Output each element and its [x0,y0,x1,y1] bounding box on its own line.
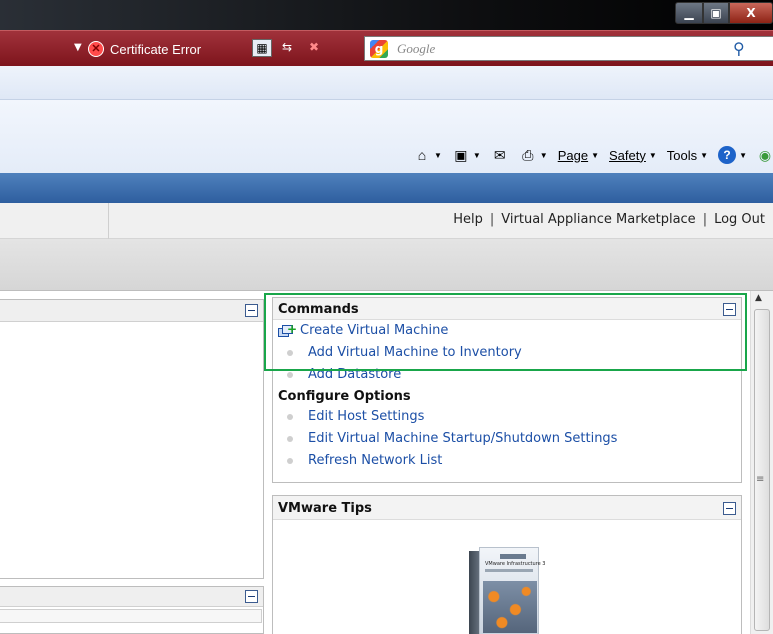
commands-title: Commands [278,302,359,317]
close-button[interactable]: X [729,2,773,24]
minimize-button[interactable]: ▁ [675,2,703,24]
page-menu[interactable]: Page ▼ [558,148,599,163]
refresh-network-link[interactable]: Refresh Network List [308,450,442,472]
left-panel-lower-row [0,609,262,623]
bullet-icon [287,414,293,420]
main-content: Commands + Create Virtual Machine Add Vi… [0,291,773,634]
bullet-icon [287,350,293,356]
safety-menu-label: Safety [609,147,646,163]
search-placeholder: Google [397,41,436,56]
vmware-tips-title: VMware Tips [278,501,372,516]
address-dropdown-icon[interactable]: ▼ [74,42,82,53]
edit-startup-shutdown-link[interactable]: Edit Virtual Machine Startup/Shutdown Se… [308,428,617,450]
help-icon: ? [718,146,737,164]
vmware-logo [500,554,526,559]
window-controls: ▁ ▣ X [675,2,773,24]
command-tools: ⌂ ▼ ▣ ▼ ✉ ⎙ ▼ Page ▼ Safety ▼ Tools ▼ ? ▼ ◉ [403,142,773,168]
edit-startup-shutdown-command[interactable]: Edit Virtual Machine Startup/Shutdown Se… [273,428,741,450]
search-box[interactable]: g Google ⚲ [364,36,773,61]
google-icon: g [370,40,388,58]
configure-options-header: Configure Options [273,386,741,406]
app-toolbar-band [0,239,773,291]
certificate-error-button[interactable]: ✕ Certificate Error [88,37,201,61]
scrollbar-thumb[interactable] [754,309,770,631]
research-icon: ◉ [758,147,772,163]
tools-menu-label: Tools [666,147,698,163]
rss-icon: ▣ [454,147,468,163]
help-menu[interactable]: ? ▼ [718,146,747,164]
add-vm-inventory-link[interactable]: Add Virtual Machine to Inventory [308,342,522,364]
maximize-button[interactable]: ▣ [703,2,729,24]
print-button[interactable]: ⎙ ▼ [519,146,548,164]
print-icon: ⎙ [522,147,534,163]
app-header-band [0,173,773,203]
add-datastore-link[interactable]: Add Datastore [308,364,401,386]
create-vm-link[interactable]: Create Virtual Machine [300,320,448,342]
add-datastore-command[interactable]: Add Datastore [273,364,741,386]
vmware-product-box-image: VMware Infrastructure 3 [469,547,545,634]
bullet-icon [287,372,293,378]
feeds-button[interactable]: ▣ ▼ [452,146,481,164]
collapse-icon[interactable] [245,590,258,603]
mail-button[interactable]: ✉ [491,146,509,164]
configure-options-title: Configure Options [278,389,411,404]
collapse-icon[interactable] [245,304,258,317]
left-panel [0,299,264,579]
left-panel-header [0,300,263,322]
mail-icon: ✉ [493,147,506,163]
commands-header: Commands [273,298,741,320]
create-vm-command[interactable]: + Create Virtual Machine [273,320,741,342]
vmware-tips-panel: VMware Tips VMware Infrastructure 3 [272,495,742,634]
link-bar-divider [108,203,109,239]
home-button[interactable]: ⌂ ▼ [413,146,442,164]
commands-panel: Commands + Create Virtual Machine Add Vi… [272,297,742,483]
app-link-bar: Help | Virtual Appliance Marketplace | Log O… [0,203,773,239]
vmware-tips-header: VMware Tips [273,496,741,520]
collapse-icon[interactable] [723,502,736,515]
bullet-icon [287,458,293,464]
scroll-up-icon[interactable]: ▲ [755,293,762,303]
link-separator: | [489,212,495,227]
bullet-icon [287,436,293,442]
home-icon: ⌂ [417,147,427,163]
link-separator: | [702,212,708,227]
stop-icon[interactable]: ✖ [304,39,324,57]
scroll-grip-icon: ≡ [756,474,765,485]
refresh-icon[interactable]: ⇆ [277,39,297,57]
safety-menu[interactable]: Safety ▼ [609,148,657,163]
certificate-error-label: Certificate Error [110,41,202,57]
left-panel-lower [0,586,264,634]
left-panel-lower-header [0,587,263,607]
help-link[interactable]: Help [453,212,483,227]
collapse-icon[interactable] [723,303,736,316]
favorites-bar [0,66,773,100]
vertical-scrollbar[interactable]: ▲ ≡ [750,291,773,634]
search-icon[interactable]: ⚲ [733,39,745,58]
page-menu-label: Page [557,147,589,163]
marketplace-link[interactable]: Virtual Appliance Marketplace [501,212,695,227]
research-button[interactable]: ◉ [757,146,773,164]
address-bar: ▼ ✕ Certificate Error ▦ ⇆ ✖ g Google ⚲ [0,30,773,66]
edit-host-settings-command[interactable]: Edit Host Settings [273,406,741,428]
refresh-network-command[interactable]: Refresh Network List [273,450,741,472]
log-out-link[interactable]: Log Out [714,212,765,227]
cert-error-icon: ✕ [88,41,104,57]
window-titlebar: ▁ ▣ X [0,0,773,30]
top-links: Help | Virtual Appliance Marketplace | Log O… [453,212,765,227]
new-vm-icon: + [278,322,297,338]
add-vm-inventory-command[interactable]: Add Virtual Machine to Inventory [273,342,741,364]
tools-menu[interactable]: Tools ▼ [667,148,708,163]
edit-host-settings-link[interactable]: Edit Host Settings [308,406,424,428]
command-bar: ⌂ ▼ ▣ ▼ ✉ ⎙ ▼ Page ▼ Safety ▼ Tools ▼ ? ▼ ◉ [0,100,773,173]
compatibility-view-icon[interactable]: ▦ [252,39,272,57]
product-box-title: VMware Infrastructure 3 [485,561,546,567]
